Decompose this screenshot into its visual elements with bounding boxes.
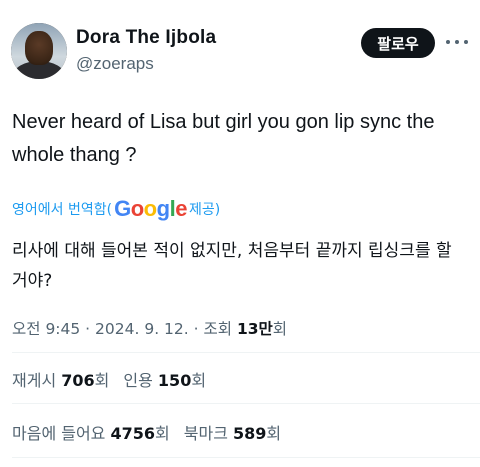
google-logo: Google <box>114 196 187 221</box>
avatar[interactable] <box>11 23 67 79</box>
translation-prefix: 영어에서 번역함( <box>12 202 113 218</box>
tweet-text: Never heard of Lisa but girl you gon lip… <box>12 111 435 166</box>
repost-quote-row: 재게시 706회 인용 150회 <box>12 367 206 391</box>
tweet-timestamp[interactable]: 오전 9:45 · 2024. 9. 12. · 조회 <box>12 320 237 338</box>
translation-attribution[interactable]: 영어에서 번역함( Google 제공) <box>12 196 220 222</box>
divider <box>12 403 480 404</box>
quote-count[interactable]: 인용 150회 <box>123 367 206 391</box>
view-count-suffix: 회 <box>272 320 288 338</box>
translation-suffix: 제공) <box>188 202 221 218</box>
view-count: 13만 <box>236 320 273 338</box>
repost-count[interactable]: 재게시 706회 <box>12 367 109 391</box>
divider <box>12 352 480 353</box>
author-handle[interactable]: @zoeraps <box>76 54 154 74</box>
divider <box>12 457 480 458</box>
bookmark-count[interactable]: 북마크 589회 <box>184 420 281 444</box>
tweet-meta: 오전 9:45 · 2024. 9. 12. · 조회 13만회 <box>12 317 287 339</box>
follow-button[interactable]: 팔로우 <box>361 28 435 58</box>
tweet-header: Dora The Ijbola @zoeraps 팔로우 <box>0 0 480 95</box>
like-count[interactable]: 마음에 들어요 4756회 <box>12 420 170 444</box>
translated-text: 리사에 대해 들어본 적이 없지만, 처음부터 끝까지 립싱크를 할 거야? <box>12 241 452 291</box>
author-name[interactable]: Dora The Ijbola <box>76 27 216 49</box>
like-bookmark-row: 마음에 들어요 4756회 북마크 589회 <box>12 420 281 444</box>
more-options-icon[interactable] <box>446 32 468 52</box>
